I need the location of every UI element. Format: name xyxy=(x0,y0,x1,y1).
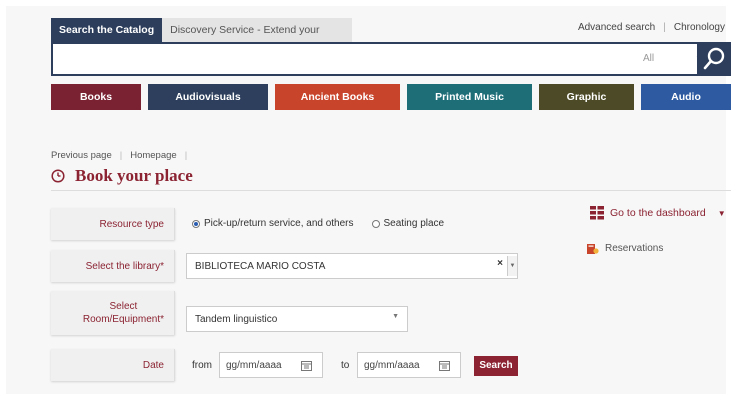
date-to-label: to xyxy=(341,360,350,371)
calendar-icon[interactable] xyxy=(439,360,450,371)
category-audiovisuals[interactable]: Audiovisuals xyxy=(148,84,268,110)
advanced-search-link[interactable]: Advanced search xyxy=(578,22,655,33)
room-select[interactable]: Tandem linguistico ▼ xyxy=(186,306,408,332)
title-divider xyxy=(51,190,731,191)
room-value: Tandem linguistico xyxy=(195,313,278,325)
reservations-link-label: Reservations xyxy=(605,243,664,254)
library-value: BIBLIOTECA MARIO COSTA xyxy=(195,260,326,272)
date-to-placeholder: gg/mm/aaaa xyxy=(364,359,420,371)
breadcrumb-homepage[interactable]: Homepage xyxy=(130,150,176,161)
resource-type-label: Resource type xyxy=(51,208,175,240)
radio-seating-label: Seating place xyxy=(383,218,445,229)
date-to-input[interactable]: gg/mm/aaaa xyxy=(357,352,461,378)
grid-icon xyxy=(590,206,604,220)
dashboard-link-label: Go to the dashboard xyxy=(610,207,706,219)
tab-discovery-service[interactable]: Discovery Service - Extend your search xyxy=(162,18,353,60)
library-select[interactable]: BIBLIOTECA MARIO COSTA × ▼ xyxy=(186,253,518,279)
date-label-text: Date xyxy=(142,359,164,371)
date-from-input[interactable]: gg/mm/aaaa xyxy=(219,352,323,378)
radio-pickup-label: Pick-up/return service, and others xyxy=(204,218,354,229)
date-from-label: from xyxy=(192,360,212,371)
breadcrumb: Previous page | Homepage | xyxy=(51,150,187,161)
top-links: Advanced search | Chronology xyxy=(578,22,725,33)
category-ancient-books[interactable]: Ancient Books xyxy=(275,84,400,110)
radio-seating-place[interactable]: Seating place xyxy=(371,218,445,229)
page-title: Book your place xyxy=(75,166,193,185)
resource-type-radio-group: Pick-up/return service, and others Seati… xyxy=(192,218,444,229)
radio-button-selected[interactable] xyxy=(192,219,200,228)
chronology-link[interactable]: Chronology xyxy=(674,22,725,33)
date-search-button[interactable]: Search xyxy=(474,356,518,376)
chevron-down-icon: ▼ xyxy=(392,313,399,320)
calendar-icon[interactable] xyxy=(301,360,312,371)
category-audio[interactable]: Audio xyxy=(641,84,731,110)
reservations-link[interactable]: Reservations xyxy=(586,242,663,255)
radio-pickup-return[interactable]: Pick-up/return service, and others xyxy=(192,218,354,229)
search-button[interactable] xyxy=(697,42,731,76)
search-bar: All ▼ xyxy=(51,42,731,76)
catalog-tabs: Search the Catalog Discovery Service - E… xyxy=(51,18,353,60)
search-input[interactable] xyxy=(53,44,613,74)
room-label-line1: Select xyxy=(109,301,138,312)
dashboard-link[interactable]: Go to the dashboard ▼ xyxy=(590,206,726,220)
reservation-book-icon xyxy=(587,244,599,254)
tab-search-catalog[interactable]: Search the Catalog xyxy=(51,18,163,42)
search-icon xyxy=(703,47,725,70)
radio-button[interactable] xyxy=(371,219,380,228)
category-printed-music[interactable]: Printed Music xyxy=(407,84,532,110)
breadcrumb-previous-page[interactable]: Previous page xyxy=(51,150,112,161)
chevron-down-icon: ▼ xyxy=(717,208,726,218)
link-separator: | xyxy=(663,22,666,33)
category-graphic[interactable]: Graphic xyxy=(539,84,634,110)
room-label-line2: Room/Equipment* xyxy=(82,314,164,325)
category-books[interactable]: Books xyxy=(51,84,141,110)
library-label: Select the library* xyxy=(51,250,175,282)
chevron-down-icon[interactable]: ▼ xyxy=(507,256,517,276)
clear-icon[interactable]: × xyxy=(497,258,503,269)
library-label-text: Select the library* xyxy=(85,260,164,272)
breadcrumb-separator: | xyxy=(184,150,188,161)
scope-value: All xyxy=(643,53,655,64)
scope-select[interactable]: All ▼ xyxy=(643,44,703,74)
title-row: Book your place xyxy=(51,166,193,186)
resource-type-label-text: Resource type xyxy=(99,218,164,230)
date-label: Date xyxy=(51,349,175,381)
breadcrumb-separator: | xyxy=(119,150,123,161)
room-label: Select Room/Equipment* xyxy=(51,291,175,335)
room-label-text: Select Room/Equipment* xyxy=(83,300,164,326)
date-from-placeholder: gg/mm/aaaa xyxy=(226,359,282,371)
clock-icon xyxy=(51,169,65,183)
